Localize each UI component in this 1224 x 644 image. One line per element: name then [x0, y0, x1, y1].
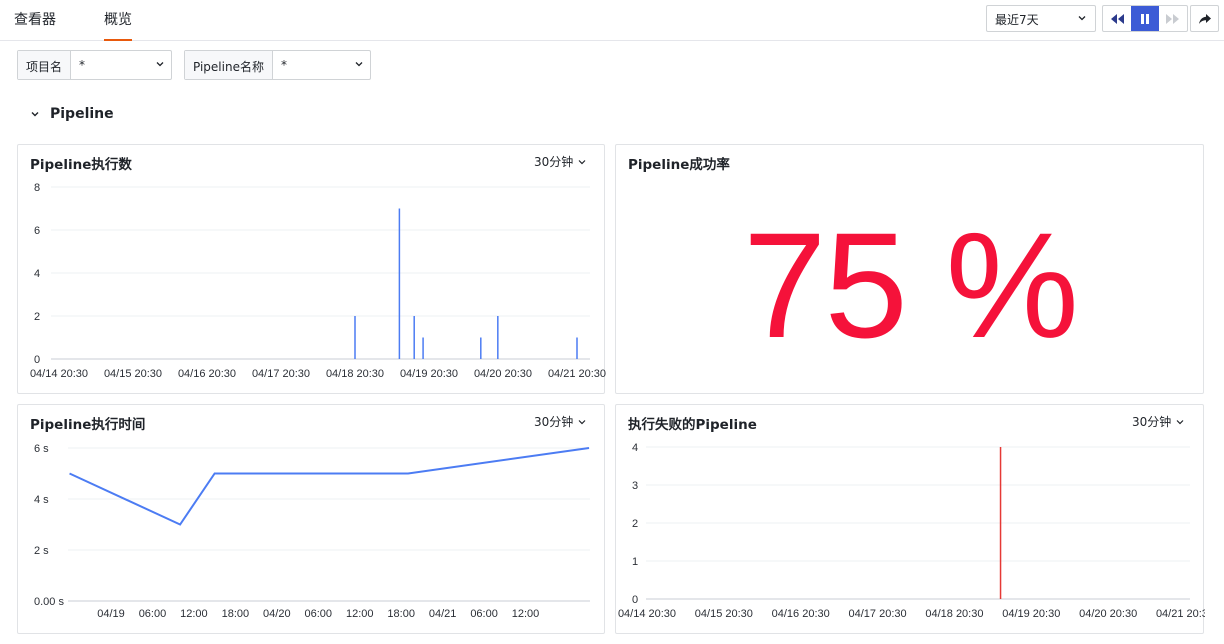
x-tick-label: 04/16 20:30 — [772, 608, 830, 620]
x-tick-label: 04/21 — [429, 608, 457, 620]
y-tick-label: 4 s — [34, 494, 49, 506]
time-range-value: 最近7天 — [995, 13, 1039, 27]
playback-controls — [1102, 5, 1188, 32]
bar — [413, 316, 415, 359]
y-tick-label: 4 — [632, 442, 638, 454]
project-filter-label: 项目名 — [18, 51, 72, 79]
chevron-down-icon — [355, 62, 363, 67]
x-tick-label: 06:00 — [305, 608, 333, 620]
x-tick-label: 04/14 20:30 — [618, 608, 676, 620]
success-rate-panel: Pipeline成功率 75 % — [615, 144, 1204, 394]
exec-count-panel: Pipeline执行数 30分钟 0 2 4 6 8 04/14 20:30 04/15 2… — [17, 144, 606, 394]
top-bar: 查看器 概览 最近7天 — [0, 0, 1224, 41]
bar — [576, 337, 578, 359]
series-line — [69, 447, 590, 526]
pause-button[interactable] — [1131, 6, 1159, 31]
x-tick-label: 04/21 20:30 — [1156, 608, 1205, 620]
x-tick-label: 18:00 — [222, 608, 250, 620]
rewind-icon — [1111, 13, 1124, 24]
y-tick-label: 2 — [632, 518, 638, 530]
y-tick-label: 0.00 s — [34, 596, 64, 608]
x-tick-label: 04/15 20:30 — [104, 368, 162, 380]
tab-overview[interactable]: 概览 — [104, 9, 132, 41]
pipeline-section-toggle[interactable]: Pipeline — [30, 106, 114, 122]
pipeline-name-filter-value: * — [280, 58, 287, 72]
bar — [398, 208, 401, 359]
exec-time-panel: Pipeline执行时间 30分钟 0.00 s2 s4 s6 s 04/19 06… — [17, 404, 605, 634]
x-tick-label: 04/21 20:30 — [548, 368, 606, 380]
fast-forward-button[interactable] — [1159, 6, 1187, 31]
x-tick-label: 04/20 — [263, 608, 291, 620]
x-tick-label: 04/16 20:30 — [178, 368, 236, 380]
y-tick-label: 1 — [632, 556, 638, 568]
failed-pipeline-panel: 执行失败的Pipeline 30分钟 0 1 2 3 4 04/14 20:30 04/15… — [615, 404, 1205, 634]
project-filter-select[interactable]: * — [71, 51, 171, 79]
exec-count-chart: 0 2 4 6 8 04/14 20:30 04/15 20:30 04/16 20:30 04… — [30, 182, 606, 380]
x-tick-label: 06:00 — [139, 608, 167, 620]
x-tick-label: 18:00 — [387, 608, 415, 620]
x-tick-label: 04/20 20:30 — [1079, 608, 1137, 620]
fast-forward-icon — [1166, 13, 1179, 24]
bar — [497, 316, 499, 359]
y-tick-label: 0 — [632, 594, 638, 606]
x-tick-label: 12:00 — [512, 608, 540, 620]
pipeline-name-filter-select[interactable]: * — [273, 51, 370, 79]
bar — [422, 337, 424, 359]
project-filter-value: * — [79, 58, 86, 72]
x-tick-label: 04/18 20:30 — [925, 608, 983, 620]
y-tick-label: 6 — [34, 225, 40, 237]
y-tick-label: 4 — [34, 268, 40, 280]
y-tick-label: 8 — [34, 182, 40, 194]
time-range-select[interactable]: 最近7天 — [986, 5, 1096, 32]
chevron-down-icon — [156, 62, 164, 67]
x-tick-label: 04/15 20:30 — [695, 608, 753, 620]
x-tick-label: 04/14 20:30 — [30, 368, 88, 380]
share-button[interactable] — [1190, 5, 1219, 32]
x-tick-label: 04/19 20:30 — [400, 368, 458, 380]
success-rate-value: 75 % — [743, 201, 1079, 369]
bar — [480, 337, 482, 359]
x-tick-label: 04/19 20:30 — [1002, 608, 1060, 620]
y-tick-label: 6 s — [34, 443, 49, 455]
panel-title: Pipeline成功率 — [628, 157, 730, 173]
section-title: Pipeline — [50, 106, 114, 122]
pause-icon — [1141, 13, 1149, 24]
tab-viewer[interactable]: 查看器 — [14, 9, 56, 29]
x-tick-label: 04/19 — [97, 608, 125, 620]
rewind-button[interactable] — [1103, 6, 1131, 31]
x-tick-label: 06:00 — [470, 608, 498, 620]
pipeline-name-filter: Pipeline名称 * — [184, 50, 371, 80]
project-filter: 项目名 * — [17, 50, 172, 80]
exec-time-chart: 0.00 s 2 s 4 s 6 s 04/19 06:00 12:00 18:00 04/20… — [34, 443, 590, 620]
failed-pipeline-chart: 0 1 2 3 4 04/14 20:30 04/15 20:30 04/16 20:30 04… — [618, 442, 1205, 620]
x-tick-label: 04/18 20:30 — [326, 368, 384, 380]
y-tick-label: 2 — [34, 311, 40, 323]
x-tick-label: 12:00 — [346, 608, 374, 620]
x-tick-label: 12:00 — [180, 608, 208, 620]
y-tick-label: 0 — [34, 354, 40, 366]
x-tick-label: 04/17 20:30 — [252, 368, 310, 380]
y-tick-label: 3 — [632, 480, 638, 492]
bar — [999, 447, 1002, 599]
bar — [354, 316, 356, 359]
x-tick-label: 04/20 20:30 — [474, 368, 532, 380]
chevron-down-icon — [31, 112, 39, 117]
y-tick-label: 2 s — [34, 545, 49, 557]
chevron-down-icon — [1078, 16, 1086, 21]
pipeline-name-filter-label: Pipeline名称 — [185, 51, 273, 79]
share-arrow-icon — [1198, 13, 1211, 24]
x-tick-label: 04/17 20:30 — [849, 608, 907, 620]
